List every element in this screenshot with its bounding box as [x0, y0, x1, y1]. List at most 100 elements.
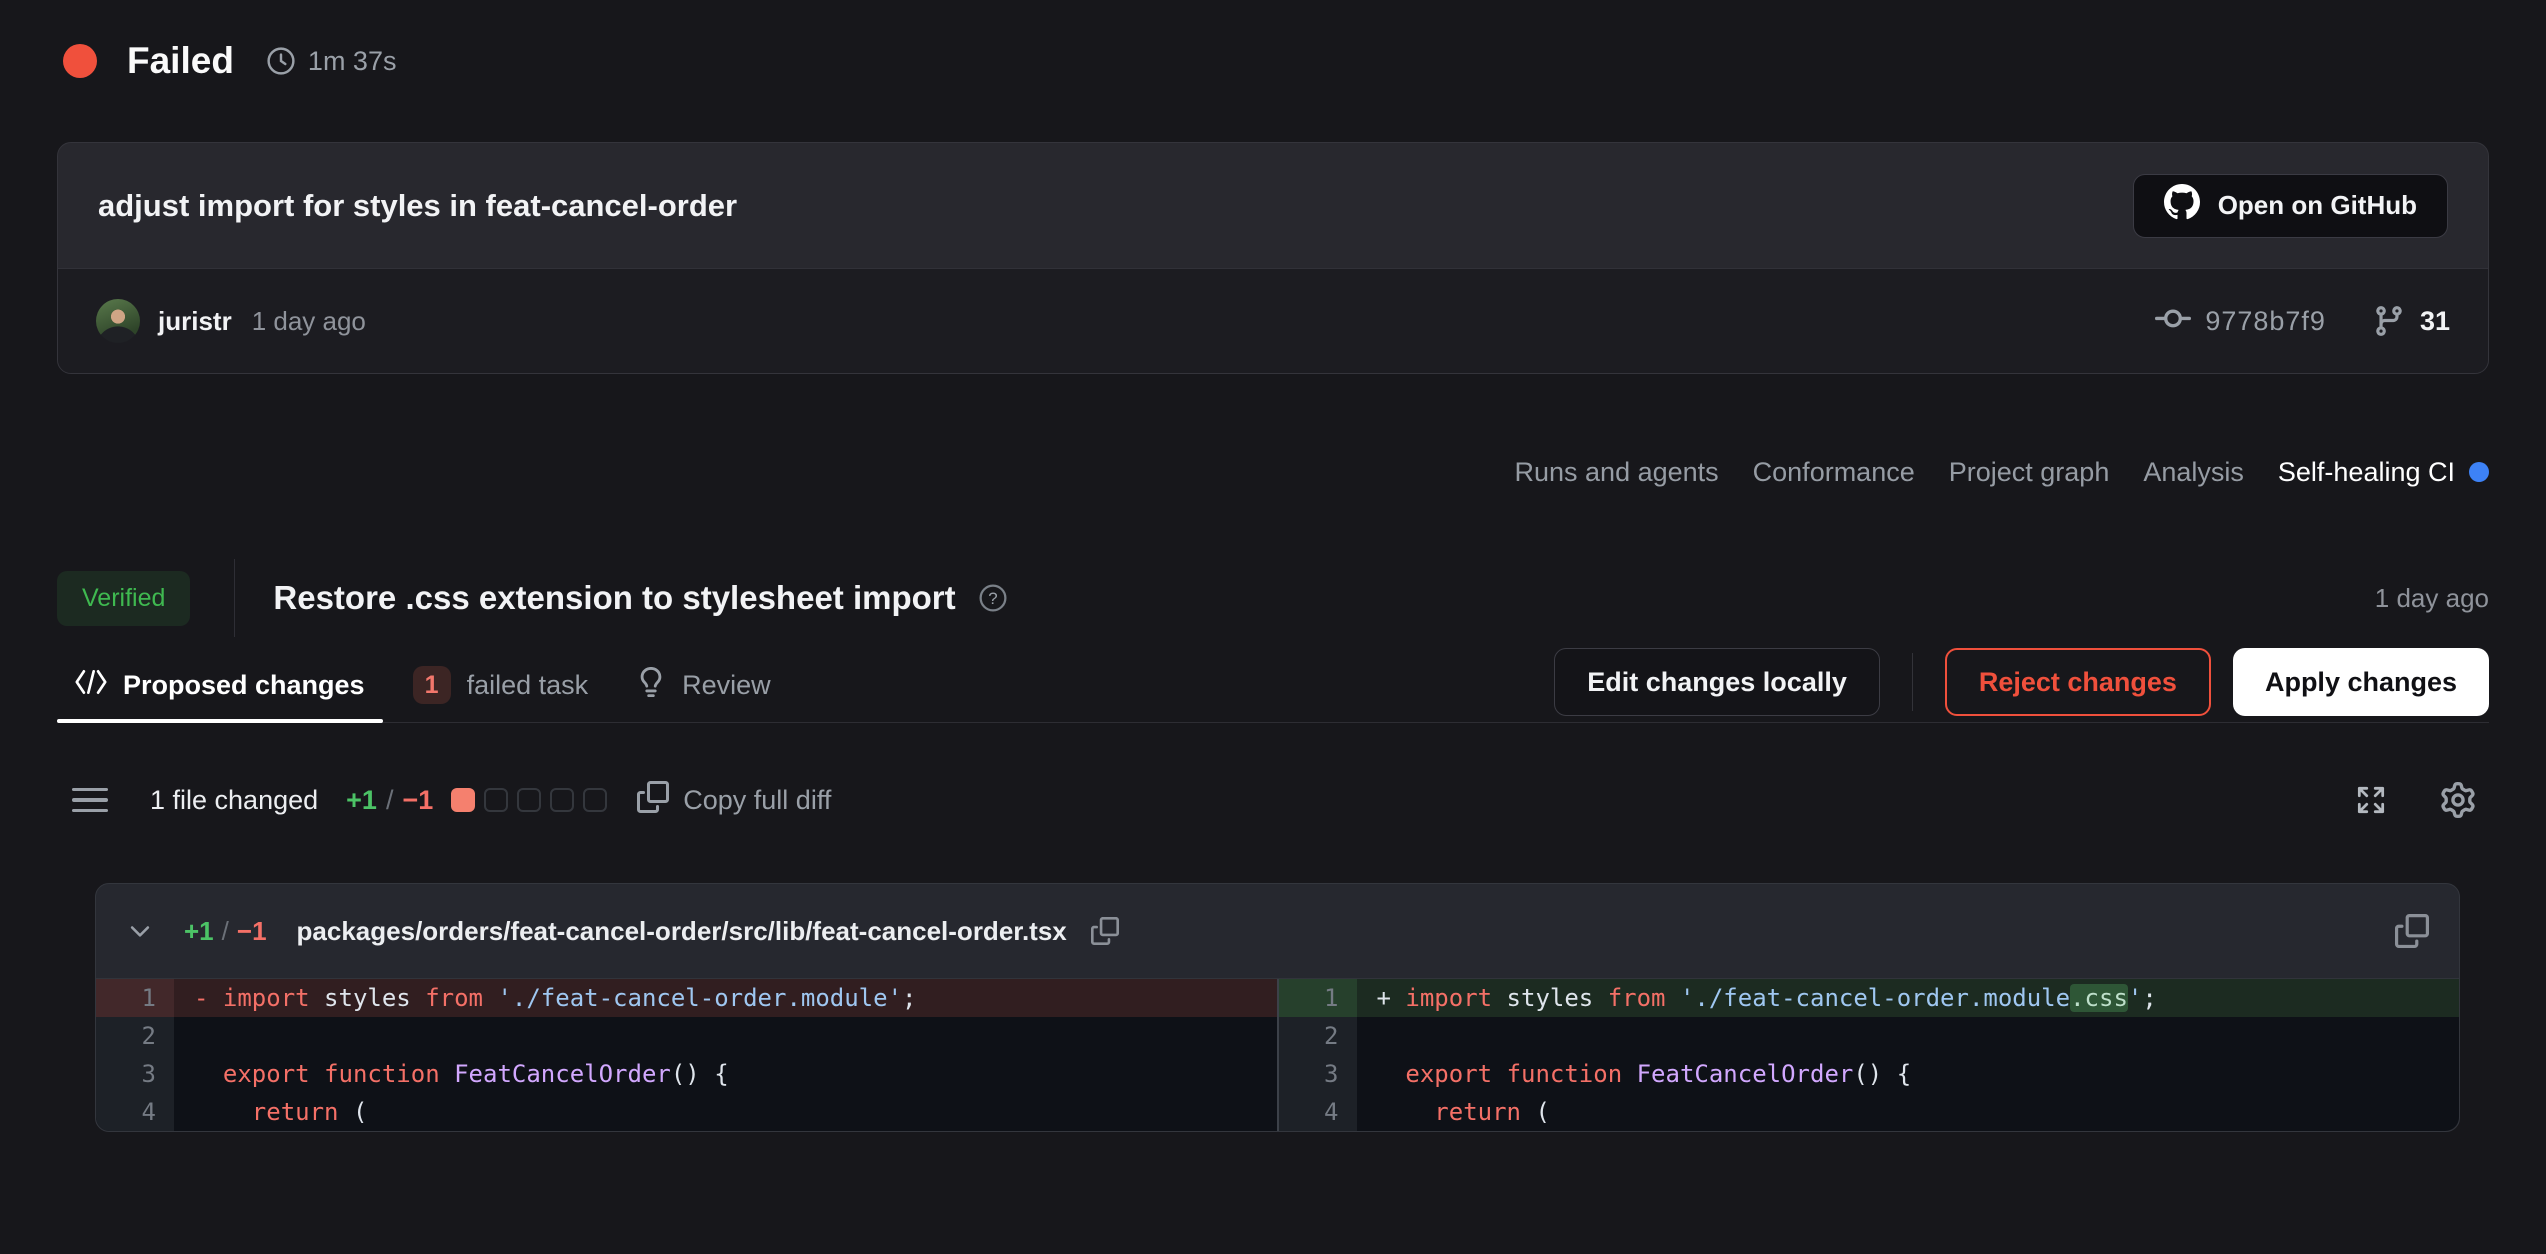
commit-card: adjust import for styles in feat-cancel-… — [57, 142, 2489, 374]
file-stat-separator: / — [222, 916, 229, 947]
author-name[interactable]: juristr — [158, 306, 232, 337]
branch-count[interactable]: 31 — [2420, 306, 2450, 337]
diff-block-empty — [550, 788, 574, 812]
line-number: 3 — [1279, 1055, 1357, 1093]
fix-time: 1 day ago — [2375, 583, 2489, 614]
commit-card-header: adjust import for styles in feat-cancel-… — [58, 143, 2488, 268]
diff-block-empty — [517, 788, 541, 812]
open-on-github-button[interactable]: Open on GitHub — [2133, 174, 2448, 238]
diff-block-empty — [484, 788, 508, 812]
clipboard-icon[interactable] — [2395, 914, 2429, 948]
code-line: return ( — [1357, 1093, 2460, 1131]
commit-title: adjust import for styles in feat-cancel-… — [98, 188, 737, 224]
diff-toolbar: 1 file changed +1 / −1 Copy full diff — [72, 772, 2476, 828]
failed-task-count-badge: 1 — [413, 666, 451, 704]
diff-line: 2 — [96, 1017, 1277, 1055]
help-icon[interactable]: ? — [978, 583, 1008, 613]
git-branch-icon — [2372, 304, 2406, 338]
stat-separator: / — [386, 785, 394, 816]
line-number: 3 — [96, 1055, 174, 1093]
clock-icon — [266, 46, 296, 76]
files-changed-label: 1 file changed — [150, 785, 318, 816]
line-number: 4 — [96, 1093, 174, 1131]
tab-review-label: Review — [682, 670, 771, 701]
tab-proposed-changes-label: Proposed changes — [123, 670, 365, 701]
tabs-row: Proposed changes 1 failed task Review Ed… — [57, 648, 2489, 723]
tab-failed-task-label: failed task — [467, 670, 589, 701]
fix-title: Restore .css extension to stylesheet imp… — [273, 579, 955, 617]
diff-toolbar-right — [2354, 782, 2476, 818]
commit-meta: 9778b7f9 31 — [2155, 301, 2450, 342]
expand-icon[interactable] — [2354, 783, 2388, 817]
avatar[interactable] — [96, 299, 140, 343]
file-added-count: +1 — [184, 916, 214, 947]
code-line: + import styles from './feat-cancel-orde… — [1357, 979, 2460, 1017]
commit-card-footer: juristr 1 day ago 9778b7f9 31 — [58, 268, 2488, 373]
line-number: 1 — [96, 979, 174, 1017]
diff-code: 1- import styles from './feat-cancel-ord… — [96, 978, 2459, 1131]
diff-line: 4 return ( — [96, 1093, 1277, 1131]
edit-changes-locally-button[interactable]: Edit changes locally — [1554, 648, 1880, 716]
diff-line: 2 — [1279, 1017, 2460, 1055]
status-label: Failed — [127, 40, 234, 82]
top-nav: Runs and agents Conformance Project grap… — [57, 448, 2489, 496]
file-header: +1 / −1 packages/orders/feat-cancel-orde… — [96, 884, 2459, 978]
diff-ratio-blocks — [451, 788, 607, 812]
verified-badge: Verified — [57, 571, 190, 626]
nav-item-conformance[interactable]: Conformance — [1753, 457, 1915, 488]
status-duration: 1m 37s — [308, 46, 397, 77]
code-line: export function FeatCancelOrder() { — [1357, 1055, 2460, 1093]
copy-full-diff-label: Copy full diff — [683, 785, 831, 816]
diff-line: 3 export function FeatCancelOrder() { — [1279, 1055, 2460, 1093]
tab-proposed-changes[interactable]: Proposed changes — [57, 648, 383, 722]
code-icon — [75, 669, 107, 702]
code-line: - import styles from './feat-cancel-orde… — [174, 979, 1277, 1017]
nav-item-analysis[interactable]: Analysis — [2143, 457, 2244, 488]
gear-icon[interactable] — [2440, 782, 2476, 818]
line-number: 2 — [1279, 1017, 1357, 1055]
line-number: 1 — [1279, 979, 1357, 1017]
code-line: return ( — [174, 1093, 1277, 1131]
fix-actions: Edit changes locally Reject changes Appl… — [1554, 648, 2489, 722]
code-line — [1357, 1017, 2460, 1055]
github-icon — [2164, 184, 2200, 227]
status-failed-dot — [63, 44, 97, 78]
commit-hash[interactable]: 9778b7f9 — [2205, 306, 2326, 337]
diff-line: 3 export function FeatCancelOrder() { — [96, 1055, 1277, 1093]
file-list-menu-icon[interactable] — [72, 788, 108, 813]
diff-pane-before: 1- import styles from './feat-cancel-ord… — [96, 979, 1277, 1131]
copy-full-diff-button[interactable]: Copy full diff — [637, 781, 831, 820]
line-number: 4 — [1279, 1093, 1357, 1131]
svg-text:?: ? — [988, 589, 997, 608]
copy-icon — [637, 781, 669, 820]
apply-changes-button[interactable]: Apply changes — [2233, 648, 2489, 716]
code-line — [174, 1017, 1277, 1055]
diff-line: 4 return ( — [1279, 1093, 2460, 1131]
diff-block-removed — [451, 788, 475, 812]
nav-item-self-healing-ci[interactable]: Self-healing CI — [2278, 457, 2489, 488]
reject-changes-button[interactable]: Reject changes — [1945, 648, 2211, 716]
file-path: packages/orders/feat-cancel-order/src/li… — [297, 916, 1067, 947]
diff-block-empty — [583, 788, 607, 812]
diff-line: 1- import styles from './feat-cancel-ord… — [96, 979, 1277, 1017]
diff-line: 1+ import styles from './feat-cancel-ord… — [1279, 979, 2460, 1017]
line-number: 2 — [96, 1017, 174, 1055]
notification-dot — [2469, 462, 2489, 482]
tab-failed-task[interactable]: 1 failed task — [395, 648, 607, 722]
nav-item-project-graph[interactable]: Project graph — [1949, 457, 2110, 488]
status-row: Failed 1m 37s — [63, 40, 396, 82]
commit-icon — [2155, 301, 2191, 342]
nav-item-runs-and-agents[interactable]: Runs and agents — [1515, 457, 1719, 488]
divider — [234, 559, 235, 637]
tabs: Proposed changes 1 failed task Review — [57, 648, 789, 722]
nav-item-self-healing-ci-label: Self-healing CI — [2278, 457, 2455, 488]
divider — [1912, 653, 1913, 711]
page: Failed 1m 37s adjust import for styles i… — [0, 0, 2546, 1254]
chevron-down-icon[interactable] — [126, 917, 154, 945]
file-removed-count: −1 — [237, 916, 267, 947]
lightbulb-icon — [636, 667, 666, 704]
tab-review[interactable]: Review — [618, 648, 789, 722]
copy-path-icon[interactable] — [1091, 917, 1119, 945]
removed-count: −1 — [402, 785, 433, 816]
added-count: +1 — [346, 785, 377, 816]
